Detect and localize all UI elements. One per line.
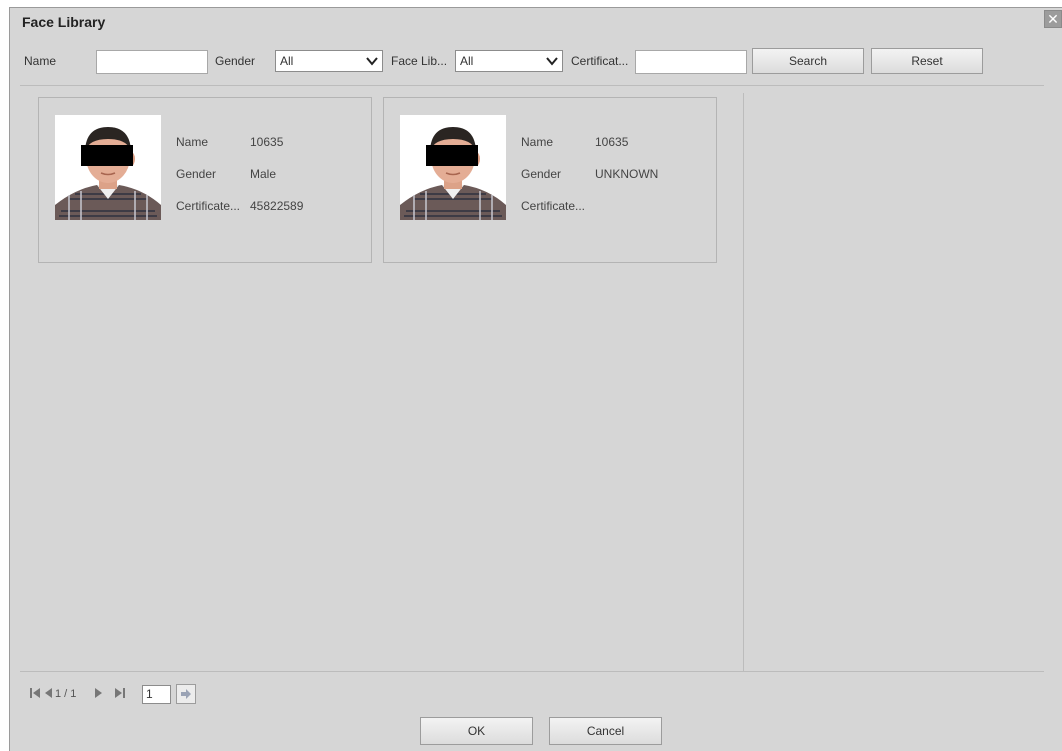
go-page-icon[interactable] bbox=[176, 684, 196, 704]
dialog-title: Face Library bbox=[22, 14, 106, 30]
next-page-icon[interactable] bbox=[94, 687, 103, 699]
name-key: Name bbox=[176, 135, 209, 149]
divider bbox=[20, 671, 1044, 672]
chevron-down-icon bbox=[546, 57, 558, 66]
face-photo bbox=[55, 115, 161, 220]
certificate-filter-input[interactable] bbox=[635, 50, 747, 74]
gender-filter-label: Gender bbox=[215, 54, 256, 68]
certificate-filter-label: Certificat... bbox=[571, 54, 629, 68]
filter-bar: Name Gender All Face Lib... All Certific… bbox=[10, 48, 1062, 74]
gender-value: Male bbox=[250, 167, 277, 181]
pagination: 1 / 1 1 bbox=[30, 684, 230, 704]
page-indicator: 1 / 1 bbox=[55, 688, 77, 700]
close-icon[interactable]: ✕ bbox=[1044, 10, 1062, 28]
name-key: Name bbox=[521, 135, 554, 149]
certificate-key: Certificate... bbox=[176, 199, 241, 213]
chevron-down-icon bbox=[366, 57, 378, 66]
dialog-titlebar: Face Library ✕ bbox=[10, 8, 1062, 35]
gender-value: UNKNOWN bbox=[595, 167, 659, 181]
divider bbox=[743, 93, 744, 671]
name-value: 10635 bbox=[250, 135, 284, 149]
face-info: Name 10635 Gender UNKNOWN Certificate... bbox=[521, 135, 721, 231]
ok-button[interactable]: OK bbox=[420, 717, 533, 745]
face-lib-select-value: All bbox=[460, 54, 474, 68]
gender-key: Gender bbox=[176, 167, 217, 181]
face-lib-filter-label: Face Lib... bbox=[391, 54, 448, 68]
first-page-icon[interactable] bbox=[30, 687, 41, 699]
face-info: Name 10635 Gender Male Certificate... 45… bbox=[176, 135, 376, 231]
name-filter-input[interactable] bbox=[96, 50, 208, 74]
face-lib-select[interactable]: All bbox=[455, 50, 563, 72]
name-value: 10635 bbox=[595, 135, 629, 149]
certificate-value: 45822589 bbox=[250, 199, 304, 213]
cancel-button[interactable]: Cancel bbox=[549, 717, 662, 745]
face-card[interactable]: Name 10635 Gender UNKNOWN Certificate... bbox=[383, 97, 717, 263]
search-button[interactable]: Search bbox=[752, 48, 864, 74]
reset-button[interactable]: Reset bbox=[871, 48, 983, 74]
prev-page-icon[interactable] bbox=[44, 687, 53, 699]
face-library-dialog: Face Library ✕ Name Gender All Face Lib.… bbox=[9, 7, 1062, 751]
gender-select-value: All bbox=[280, 54, 294, 68]
certificate-key: Certificate... bbox=[521, 199, 586, 213]
page-number-input[interactable]: 1 bbox=[142, 685, 171, 704]
divider bbox=[20, 85, 1044, 86]
gender-key: Gender bbox=[521, 167, 562, 181]
face-card[interactable]: Name 10635 Gender Male Certificate... 45… bbox=[38, 97, 372, 263]
name-filter-label: Name bbox=[24, 54, 57, 68]
gender-select[interactable]: All bbox=[275, 50, 383, 72]
last-page-icon[interactable] bbox=[114, 687, 125, 699]
face-photo bbox=[400, 115, 506, 220]
